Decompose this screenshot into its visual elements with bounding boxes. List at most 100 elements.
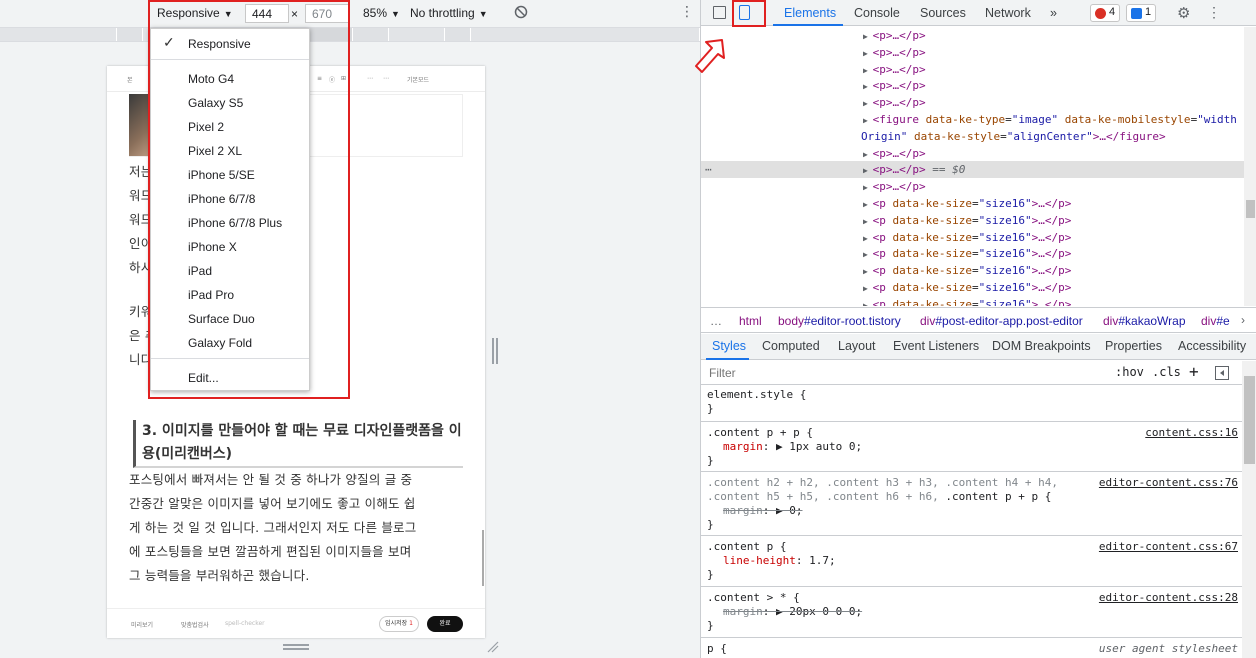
gear-icon[interactable]: ⚙	[1177, 4, 1190, 22]
hover-state-toggle[interactable]: :hov	[1115, 365, 1144, 379]
expand-triangle-icon[interactable]: ▶	[863, 267, 873, 276]
dom-node[interactable]: ▶ <p data-ke-size="size16">…</p>	[701, 212, 1244, 229]
selector-text: .content p + p {	[945, 490, 1052, 503]
rule-selector[interactable]: .content > * {	[707, 591, 800, 605]
rule-source-link[interactable]: user agent stylesheet	[1099, 642, 1238, 656]
more-tabs-button[interactable]: »	[1050, 6, 1057, 20]
dom-node-tag: <p>…</p>	[872, 62, 926, 76]
dom-node[interactable]: ▶ <p data-ke-size="size16">…</p>	[701, 229, 1244, 246]
dom-node[interactable]: ▶ <p>…</p>	[701, 77, 1244, 94]
filter-input[interactable]	[705, 364, 1101, 382]
dom-node[interactable]: ▶ <p data-ke-size="size16">…</p>	[701, 296, 1244, 306]
more-options-icon[interactable]: ⋮	[680, 4, 694, 20]
error-count-badge[interactable]: 4	[1090, 4, 1121, 22]
expand-triangle-icon[interactable]: ▶	[863, 116, 873, 125]
zoom-select[interactable]: 85% ▼	[363, 6, 400, 20]
css-declaration[interactable]: margin: ▶ 20px 0 0 0;	[723, 605, 862, 619]
editor-toolbar-item[interactable]: 본	[127, 75, 133, 84]
dom-node[interactable]: Origin" data-ke-style="alignCenter">…</f…	[701, 128, 1244, 145]
expand-triangle-icon[interactable]: ▶	[863, 183, 873, 192]
dom-scrollbar[interactable]	[1244, 27, 1256, 306]
inspect-element-icon[interactable]	[713, 6, 726, 19]
mode-select[interactable]: 기본모드	[407, 75, 429, 84]
resize-handle-right[interactable]	[492, 338, 498, 364]
css-declaration[interactable]: line-height: 1.7;	[723, 554, 836, 568]
page-scrollbar[interactable]	[482, 530, 484, 586]
breadcrumb-item[interactable]: div#kakaoWrap	[1103, 314, 1186, 328]
dom-node[interactable]: ▶ <figure data-ke-type="image" data-ke-m…	[701, 111, 1244, 128]
dom-node[interactable]: ⋯ ▶ <p>…</p> == $0	[701, 161, 1244, 179]
new-rule-icon[interactable]: +	[1189, 362, 1199, 381]
tab-dom-breakpoints[interactable]: DOM Breakpoints	[992, 339, 1091, 353]
dom-node[interactable]: ▶ <p data-ke-size="size16">…</p>	[701, 262, 1244, 279]
dom-node[interactable]: ▶ <p data-ke-size="size16">…</p>	[701, 245, 1244, 262]
tab-sources[interactable]: Sources	[920, 6, 966, 20]
dom-node[interactable]: ▶ <p>…</p>	[701, 44, 1244, 61]
rule-source-link[interactable]: editor-content.css:28	[1099, 591, 1238, 605]
dom-scrollbar-thumb[interactable]	[1246, 200, 1255, 218]
expand-triangle-icon[interactable]: ▶	[863, 150, 873, 159]
breadcrumb-item[interactable]: body#editor-root.tistory	[778, 314, 901, 328]
tab-properties[interactable]: Properties	[1105, 339, 1162, 353]
expand-triangle-icon[interactable]: ▶	[863, 99, 873, 108]
breadcrumb-item[interactable]: html	[739, 314, 762, 328]
temp-save-button[interactable]: 임시저장 1	[379, 616, 419, 632]
rule-selector[interactable]: .content p {	[707, 540, 786, 554]
dom-node[interactable]: ▶ <p>…</p>	[701, 94, 1244, 111]
breadcrumb-item[interactable]: div#e	[1201, 314, 1230, 328]
expand-triangle-icon[interactable]: ▶	[863, 217, 873, 226]
rule-source-link[interactable]: editor-content.css:67	[1099, 540, 1238, 554]
editor-toolbar-item[interactable]: ⋯	[383, 75, 389, 82]
dom-node[interactable]: ▶ <p>…</p>	[701, 178, 1244, 195]
spellcheck-button[interactable]: 맞춤법검사	[181, 620, 209, 629]
tab-console[interactable]: Console	[854, 6, 900, 20]
tab-elements[interactable]: Elements	[784, 6, 836, 20]
editor-toolbar-item[interactable]: ⋯	[367, 75, 373, 82]
tab-event-listeners[interactable]: Event Listeners	[893, 339, 979, 353]
rule-source-link[interactable]: content.css:16	[1145, 426, 1238, 440]
rule-source-link[interactable]: editor-content.css:76	[1099, 476, 1238, 490]
breadcrumb-item[interactable]: div#post-editor-app.post-editor	[920, 314, 1083, 328]
dom-node[interactable]: ▶ <p>…</p>	[701, 61, 1244, 78]
rule-selector[interactable]: .content h5 + h5, .content h6 + h6, .con…	[707, 490, 1051, 504]
toggle-sidebar-icon[interactable]	[1215, 366, 1229, 380]
expand-triangle-icon[interactable]: ▶	[863, 284, 873, 293]
expand-triangle-icon[interactable]: ▶	[863, 166, 873, 175]
dom-node[interactable]: ▶ <p>…</p>	[701, 27, 1244, 44]
expand-triangle-icon[interactable]: ▶	[863, 250, 873, 259]
rule-selector[interactable]: p {	[707, 642, 727, 656]
class-toggle[interactable]: .cls	[1152, 365, 1181, 379]
css-declaration[interactable]: margin: ▶ 0;	[723, 504, 803, 518]
breadcrumb-overflow[interactable]: …	[710, 314, 722, 328]
css-declaration[interactable]: margin: ▶ 1px auto 0;	[723, 440, 862, 454]
breadcrumb-scroll-right-icon[interactable]: ›	[1241, 313, 1245, 327]
tab-layout[interactable]: Layout	[838, 339, 876, 353]
expand-triangle-icon[interactable]: ▶	[863, 82, 873, 91]
expand-triangle-icon[interactable]: ▶	[863, 66, 873, 75]
expand-triangle-icon[interactable]: ▶	[863, 49, 873, 58]
resize-corner-icon[interactable]	[487, 641, 499, 653]
expand-triangle-icon[interactable]: ▶	[863, 301, 873, 306]
tab-computed[interactable]: Computed	[762, 339, 820, 353]
rotate-icon[interactable]	[514, 5, 528, 19]
tab-styles[interactable]: Styles	[712, 339, 746, 353]
node-menu-icon[interactable]: ⋯	[705, 161, 712, 178]
publish-button[interactable]: 완료	[427, 616, 463, 632]
rule-selector[interactable]: element.style {	[707, 388, 806, 402]
rule-selector[interactable]: .content p + p {	[707, 426, 813, 440]
dom-node[interactable]: ▶ <p>…</p>	[701, 145, 1244, 162]
resize-handle-bottom[interactable]	[283, 644, 309, 650]
styles-scrollbar-thumb[interactable]	[1244, 376, 1255, 464]
expand-triangle-icon[interactable]: ▶	[863, 234, 873, 243]
tab-network[interactable]: Network	[985, 6, 1031, 20]
message-count-badge[interactable]: 1	[1126, 4, 1157, 22]
expand-triangle-icon[interactable]: ▶	[863, 200, 873, 209]
dom-node[interactable]: ▶ <p data-ke-size="size16">…</p>	[701, 279, 1244, 296]
more-options-icon[interactable]: ⋮	[1207, 4, 1221, 21]
tab-accessibility[interactable]: Accessibility	[1178, 339, 1246, 353]
rule-selector[interactable]: .content h2 + h2, .content h3 + h3, .con…	[707, 476, 1058, 490]
preview-button[interactable]: 미리보기	[131, 620, 153, 629]
expand-triangle-icon[interactable]: ▶	[863, 32, 873, 41]
throttling-select[interactable]: No throttling ▼	[410, 6, 488, 20]
dom-node[interactable]: ▶ <p data-ke-size="size16">…</p>	[701, 195, 1244, 212]
